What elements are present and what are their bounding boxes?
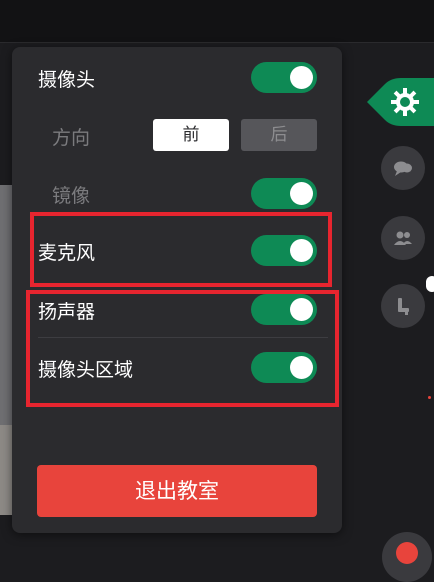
handle-dot[interactable] — [426, 276, 434, 292]
chat-icon — [394, 161, 412, 176]
camera-toggle[interactable] — [251, 62, 317, 93]
users-icon — [394, 231, 412, 245]
highlight-box-speaker-area — [26, 290, 339, 407]
chat-button[interactable] — [381, 146, 425, 190]
direction-back-button[interactable]: 后 — [241, 119, 317, 151]
exit-classroom-button[interactable]: 退出教室 — [37, 465, 317, 517]
mirror-toggle-knob — [290, 182, 313, 205]
bottom-avatar-button[interactable] — [382, 532, 432, 582]
camera-label: 摄像头 — [38, 69, 96, 91]
direction-front-button[interactable]: 前 — [153, 119, 229, 151]
members-button[interactable] — [381, 216, 425, 260]
bottom-avatar-dot — [396, 542, 418, 564]
direction-label: 方向 — [52, 127, 91, 149]
seat-icon — [398, 298, 409, 315]
indicator-dot — [428, 396, 431, 399]
camera-row: 摄像头 — [12, 49, 342, 107]
settings-tab-shape — [367, 78, 434, 126]
settings-tab[interactable] — [367, 76, 434, 128]
camera-toggle-knob — [290, 66, 313, 89]
mirror-toggle[interactable] — [251, 178, 317, 209]
video-edge-lower — [0, 425, 12, 515]
top-bar — [0, 0, 434, 43]
direction-row: 方向 前 后 — [12, 107, 342, 165]
highlight-box-microphone — [30, 212, 332, 287]
seat-button[interactable] — [381, 284, 425, 328]
mirror-label: 镜像 — [52, 185, 91, 207]
